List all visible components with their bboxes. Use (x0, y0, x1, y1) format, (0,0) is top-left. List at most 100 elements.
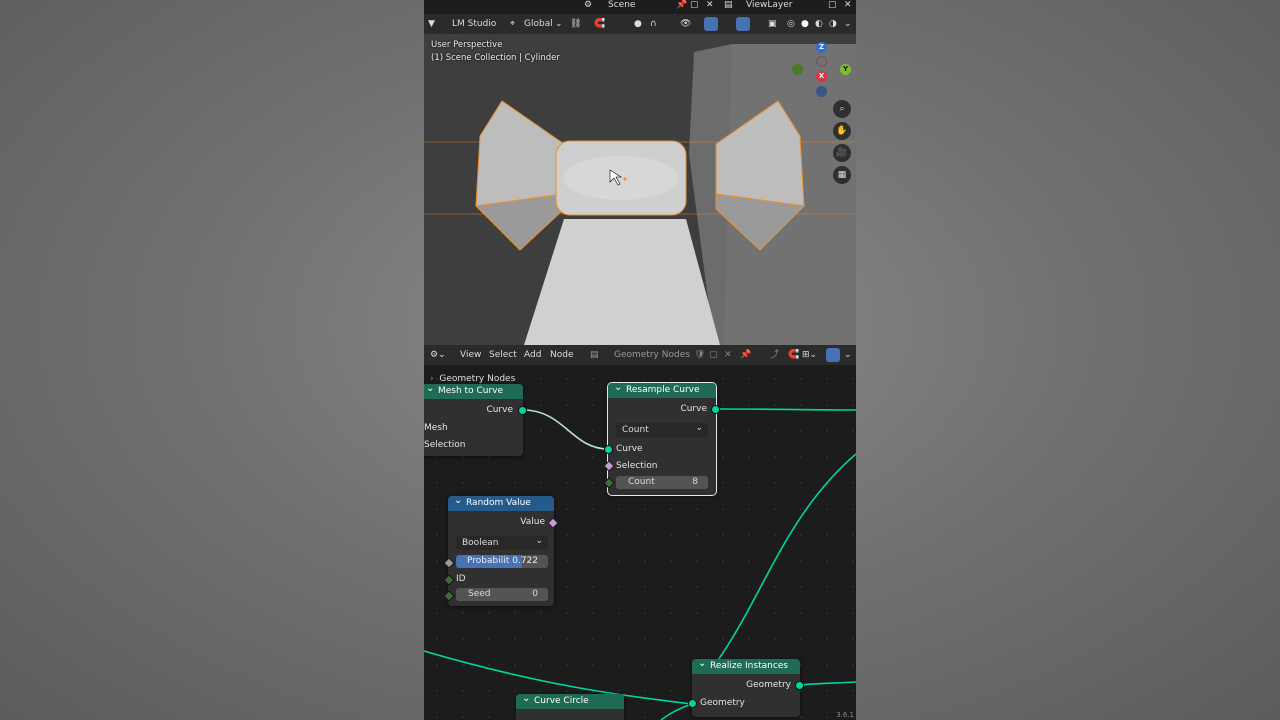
node-curve-circle[interactable]: Curve Circle (516, 691, 624, 720)
seed-label: Seed (468, 589, 491, 599)
xray-icon[interactable]: ▣ (768, 14, 777, 34)
orientation-dropdown[interactable]: Global (524, 14, 553, 34)
mode-dropdown[interactable]: Count ⌄ (616, 423, 708, 437)
close-view-layer-icon[interactable]: ✕ (844, 0, 852, 11)
menu-add[interactable]: Add (524, 345, 541, 365)
chevron-down-icon: ⌄ (555, 19, 563, 29)
node-editor[interactable]: › Geometry Nodes Mesh to Curve Curve Mes… (424, 366, 856, 720)
parent-tree-icon[interactable]: ⤴ (770, 345, 779, 365)
gizmo-neg-x[interactable] (816, 56, 827, 67)
link-to-realize (713, 453, 856, 667)
scene-name[interactable]: Scene (608, 0, 635, 11)
output-geometry-socket[interactable] (795, 681, 804, 690)
node-title[interactable]: Realize Instances (692, 656, 800, 674)
visibility-icon[interactable]: 👁 (680, 14, 691, 34)
output-curve-label: Curve (486, 405, 513, 415)
falloff-icon[interactable]: ∩ (650, 14, 657, 34)
zoom-icon[interactable]: ⌕ (833, 100, 851, 118)
collection-label: (1) Scene Collection | Cylinder (431, 53, 560, 63)
node-title[interactable]: Mesh to Curve (424, 381, 523, 399)
shading-options-icon[interactable]: ⌄ (844, 14, 852, 34)
pan-hand-icon[interactable]: ✋ (833, 122, 851, 140)
scene-icon[interactable]: ⚙ (584, 0, 592, 11)
wireframe-shading-icon[interactable]: ◎ (787, 14, 795, 34)
pivot-icon[interactable]: ⛓ (570, 14, 581, 34)
overlay-toggle-icon[interactable] (736, 14, 750, 34)
chevron-down-icon: ⌄ (535, 536, 543, 546)
proportional-edit-icon[interactable]: ● (634, 14, 642, 34)
input-curve-label: Curve (616, 444, 643, 454)
chevron-down-icon[interactable]: ⌄ (844, 345, 852, 365)
grid-icon[interactable]: ▦ (833, 166, 851, 184)
link-mesh-to-resample (522, 409, 609, 450)
count-label: Count (628, 477, 655, 487)
viewport-header: ▼ LM Studio ⌖ Global ⌄ ⛓ 🧲 ● ∩ 👁 ▣ ◎ ● ◐… (424, 14, 856, 34)
duplicate-tree-icon[interactable]: ▢ (709, 345, 718, 365)
output-value-label: Value (520, 517, 545, 527)
rendered-shading-icon[interactable]: ◑ (829, 14, 837, 34)
snap-icon[interactable]: 🧲 (788, 345, 799, 365)
node-random-value[interactable]: Random Value Value Boolean ⌄ Probabilit 0… (443, 493, 559, 606)
3d-viewport[interactable]: ▼ LM Studio ⌖ Global ⌄ ⛓ 🧲 ● ∩ 👁 ▣ ◎ ● ◐… (424, 14, 856, 345)
version-label: 3.6.1 (836, 711, 854, 719)
filter-icon[interactable]: ▼ (428, 14, 435, 34)
snap-mode-icon[interactable]: ⊞⌄ (802, 345, 817, 365)
menu-view[interactable]: View (460, 345, 481, 365)
node-realize-instances[interactable]: Realize Instances Geometry Geometry (688, 656, 804, 717)
navigation-gizmo[interactable]: Z X Y (788, 40, 854, 100)
probability-slider[interactable]: Probabilit 0.722 (456, 555, 548, 568)
output-curve-socket[interactable] (518, 406, 527, 415)
close-icon[interactable]: ✕ (706, 0, 714, 11)
menu-node[interactable]: Node (550, 345, 574, 365)
pin-icon[interactable]: 📌 (740, 345, 751, 365)
seed-value: 0 (532, 589, 538, 599)
editor-type-icon[interactable]: ⚙⌄ (430, 345, 446, 365)
snap-icon[interactable]: 🧲 (594, 14, 605, 34)
gizmo-toggle-icon[interactable] (704, 14, 718, 34)
camera-icon[interactable]: 🎥 (833, 144, 851, 162)
node-title[interactable]: Resample Curve (608, 380, 716, 398)
link-realize-out (799, 681, 856, 686)
material-shading-icon[interactable]: ◐ (815, 14, 823, 34)
blender-window: ⚙ Scene 📌 ▢ ✕ ▤ ViewLayer ▢ ✕ ▼ LM Studi… (424, 0, 856, 720)
menu-select[interactable]: Select (489, 345, 517, 365)
transform-orientation-icon[interactable]: ⌖ (510, 14, 515, 34)
node-tree-icon[interactable]: ▤ (590, 345, 599, 365)
gizmo-z-axis[interactable]: Z (816, 42, 827, 53)
count-value: 8 (692, 477, 698, 487)
gizmo-neg-z[interactable] (816, 86, 827, 97)
probability-label: Probabilit (467, 556, 510, 566)
node-title[interactable]: Curve Circle (516, 691, 624, 709)
unlink-tree-icon[interactable]: ✕ (724, 345, 732, 365)
gizmo-neg-y[interactable] (792, 64, 803, 75)
output-curve-socket[interactable] (711, 405, 720, 414)
input-selection-label: Selection (424, 440, 466, 450)
view-layer-icon[interactable]: ▤ (724, 0, 733, 11)
view-layer-name[interactable]: ViewLayer (746, 0, 792, 11)
node-resample-curve[interactable]: Resample Curve Curve Count ⌄ Curve Select… (603, 380, 720, 496)
workspace-label[interactable]: LM Studio (452, 14, 496, 34)
node-mesh-to-curve[interactable]: Mesh to Curve Curve Mesh Selection (424, 381, 527, 456)
probability-value: 0.722 (512, 556, 538, 566)
input-curve-socket[interactable] (604, 445, 613, 454)
gizmo-y-axis[interactable]: Y (840, 64, 851, 75)
solid-shading-icon[interactable]: ● (801, 14, 809, 34)
mode-value: Count (622, 425, 649, 435)
node-title[interactable]: Random Value (448, 493, 554, 511)
link-realize-down (660, 703, 693, 720)
node-tree-name[interactable]: Geometry Nodes (614, 345, 690, 365)
output-curve-label: Curve (680, 404, 707, 414)
overlay-toggle-icon[interactable] (826, 345, 840, 365)
count-field[interactable]: Count 8 (616, 476, 708, 489)
type-dropdown[interactable]: Boolean ⌄ (456, 536, 548, 550)
new-view-layer-icon[interactable]: ▢ (828, 0, 837, 11)
input-geometry-socket[interactable] (688, 699, 697, 708)
input-geometry-label: Geometry (700, 698, 745, 708)
fake-user-icon[interactable]: 🛡 (694, 345, 705, 365)
new-scene-icon[interactable]: ▢ (690, 0, 699, 11)
gizmo-x-axis[interactable]: X (816, 71, 827, 82)
input-id-label: ID (456, 574, 466, 584)
seed-field[interactable]: Seed 0 (456, 588, 548, 601)
top-bar: ⚙ Scene 📌 ▢ ✕ ▤ ViewLayer ▢ ✕ (424, 0, 856, 12)
pin-icon[interactable]: 📌 (676, 0, 687, 11)
